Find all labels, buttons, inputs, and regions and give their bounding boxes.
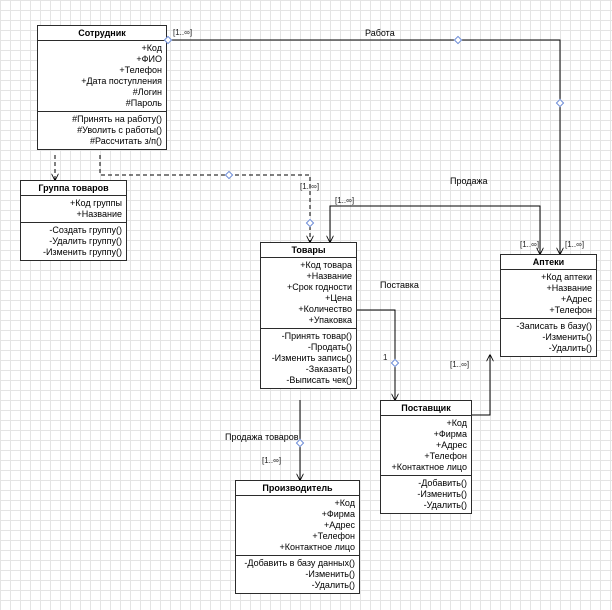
mult: [1..∞] bbox=[300, 182, 319, 191]
mult: [1..∞] bbox=[450, 360, 469, 369]
mult: [1..∞] bbox=[262, 456, 281, 465]
connector-handle-icon bbox=[391, 359, 399, 367]
class-attrs: +Код аптеки +Название +Адрес +Телефон bbox=[501, 270, 596, 319]
assoc-work-label: Работа bbox=[365, 28, 395, 38]
class-title: Производитель bbox=[236, 481, 359, 496]
mult: [1..∞] bbox=[173, 28, 192, 37]
class-goods[interactable]: Товары +Код товара +Название +Срок годно… bbox=[260, 242, 357, 389]
connector-handle-icon bbox=[556, 99, 564, 107]
class-title: Аптеки bbox=[501, 255, 596, 270]
connector-handle-icon bbox=[306, 219, 314, 227]
mult: [1..∞] bbox=[335, 196, 354, 205]
connector-handle-icon bbox=[296, 439, 304, 447]
class-ops: #Принять на работу() #Уволить с работы()… bbox=[38, 112, 166, 149]
class-ops: -Создать группу() -Удалить группу() -Изм… bbox=[21, 223, 126, 260]
class-pharmacy[interactable]: Аптеки +Код аптеки +Название +Адрес +Тел… bbox=[500, 254, 597, 357]
class-manufacturer[interactable]: Производитель +Код +Фирма +Адрес +Телефо… bbox=[235, 480, 360, 594]
mult: 1 bbox=[383, 353, 387, 362]
connector-handle-icon bbox=[454, 36, 462, 44]
class-title: Сотрудник bbox=[38, 26, 166, 41]
class-attrs: +Код +Фирма +Адрес +Телефон +Контактное … bbox=[381, 416, 471, 476]
class-title: Поставщик bbox=[381, 401, 471, 416]
class-title: Группа товаров bbox=[21, 181, 126, 196]
class-title: Товары bbox=[261, 243, 356, 258]
assoc-goods-sale-label: Продажа товаров bbox=[225, 432, 299, 442]
connector-handle-icon bbox=[225, 171, 233, 179]
class-attrs: +Код +ФИО +Телефон +Дата поступления #Ло… bbox=[38, 41, 166, 112]
class-group[interactable]: Группа товаров +Код группы +Название -Со… bbox=[20, 180, 127, 261]
class-attrs: +Код группы +Название bbox=[21, 196, 126, 223]
mult: [1..∞] bbox=[520, 240, 539, 249]
class-employee[interactable]: Сотрудник +Код +ФИО +Телефон +Дата посту… bbox=[37, 25, 167, 150]
class-ops: -Принять товар() -Продать() -Изменить за… bbox=[261, 329, 356, 388]
assoc-sale-label: Продажа bbox=[450, 176, 488, 186]
mult: [1..∞] bbox=[565, 240, 584, 249]
class-ops: -Записать в базу() -Изменить() -Удалить(… bbox=[501, 319, 596, 356]
class-ops: -Добавить() -Изменить() -Удалить() bbox=[381, 476, 471, 513]
class-ops: -Добавить в базу данных() -Изменить() -У… bbox=[236, 556, 359, 593]
class-attrs: +Код +Фирма +Адрес +Телефон +Контактное … bbox=[236, 496, 359, 556]
class-attrs: +Код товара +Название +Срок годности +Це… bbox=[261, 258, 356, 329]
assoc-delivery-label: Поставка bbox=[380, 280, 419, 290]
class-supplier[interactable]: Поставщик +Код +Фирма +Адрес +Телефон +К… bbox=[380, 400, 472, 514]
